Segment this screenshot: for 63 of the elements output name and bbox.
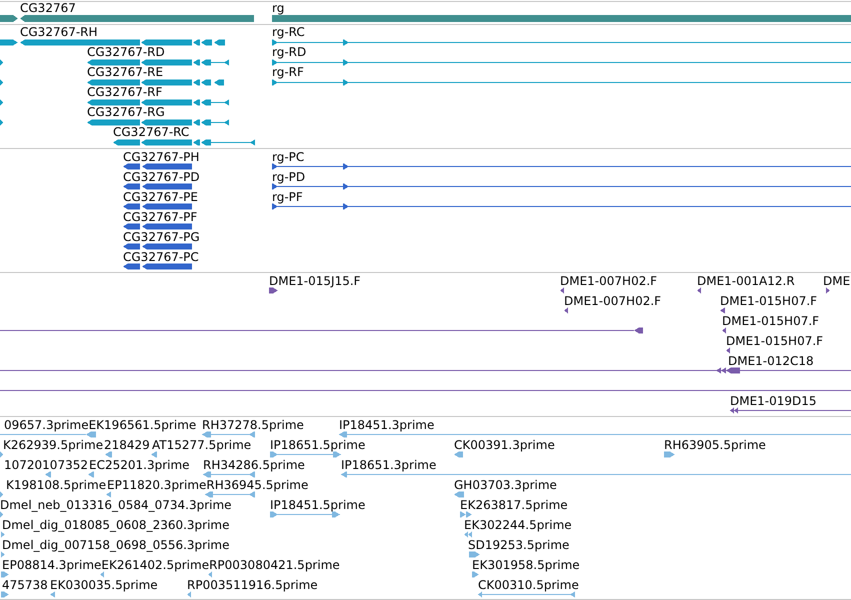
feature-label: Dmel_dig_018085_0608_2360.3prime xyxy=(2,519,230,532)
feature-label: CG32767-RF xyxy=(87,86,162,99)
feature-label: DME1-015H07.F xyxy=(720,295,818,308)
feature-label: DME1-015H07.F xyxy=(726,335,824,348)
feature-label: CK00310.5prime xyxy=(478,579,579,592)
feature-label: EP08814.3prime xyxy=(2,559,102,572)
feature-label: rg xyxy=(272,2,284,15)
feature-label: SD19253.5prime xyxy=(468,539,570,552)
feature-label: 10720107352 xyxy=(4,459,88,472)
feature-label: EK301958.5prime xyxy=(472,559,580,572)
feature-label: RH63905.5prime xyxy=(664,439,766,452)
feature-label: CG32767-PC xyxy=(123,251,199,264)
feature-label: CG32767-RG xyxy=(87,106,165,119)
feature-label: K198108.5prime xyxy=(6,479,106,492)
feature-label: EK196561.5prime xyxy=(88,419,196,432)
feature-label: CK00391.3prime xyxy=(454,439,555,452)
feature-label: rg-PF xyxy=(272,191,303,204)
feature-label: K262939.5prime xyxy=(3,439,104,452)
feature-label: AT15277.5prime xyxy=(152,439,252,452)
feature-label: 218429 xyxy=(104,439,150,452)
feature-label: CG32767-PF xyxy=(123,211,198,224)
feature-label: DME xyxy=(823,275,850,288)
feature-label: rg-RF xyxy=(272,66,304,79)
feature-label: DME1-012C18 xyxy=(728,355,814,368)
feature-label: EP11820.3prime xyxy=(107,479,206,492)
feature-label: CG32767-PE xyxy=(123,191,198,204)
feature-label: CG32767-PD xyxy=(123,171,200,184)
feature-label: EK263817.5prime xyxy=(460,499,568,512)
feature-label: IP18451.3prime xyxy=(339,419,434,432)
feature-label: rg-PC xyxy=(272,151,304,164)
feature-label: CG32767-RH xyxy=(20,26,98,39)
feature-label: IP18451.5prime xyxy=(270,499,366,512)
feature-label: RP003511916.5prime xyxy=(187,579,318,592)
feature-label: IP18651.5prime xyxy=(270,439,366,452)
feature-label: Dmel_neb_013316_0584_0734.3prime xyxy=(0,499,232,512)
feature-label: EC25201.3prime xyxy=(89,459,190,472)
feature-label: DME1-015J15.F xyxy=(269,275,361,288)
feature-label: DME1-001A12.R xyxy=(697,275,795,288)
feature-label: EK030035.5prime xyxy=(50,579,158,592)
feature-label: rg-PD xyxy=(272,171,306,184)
feature-label: Dmel_dig_007158_0698_0556.3prime xyxy=(2,539,230,552)
feature-label: DME1-007H02.F xyxy=(564,295,662,308)
feature-label: DME1-019D15 xyxy=(730,395,817,408)
feature-label: EK302244.5prime xyxy=(464,519,572,532)
feature-label: CG32767-RD xyxy=(87,46,165,59)
feature-label: 09657.3prime xyxy=(4,419,89,432)
feature-label: IP18651.3prime xyxy=(341,459,436,472)
feature-label: DME1-015H07.F xyxy=(722,315,820,328)
feature-label: RH36945.5prime xyxy=(206,479,308,492)
feature-label: CG32767 xyxy=(20,2,76,15)
feature-label: RH34286.5prime xyxy=(203,459,305,472)
feature-label: rg-RD xyxy=(272,46,306,59)
feature-label: RP003080421.5prime xyxy=(209,559,340,572)
feature-label: CG32767-PG xyxy=(123,231,200,244)
feature-label: CG32767-RE xyxy=(87,66,164,79)
feature-label: rg-RC xyxy=(272,26,305,39)
feature-label: RH37278.5prime xyxy=(202,419,304,432)
feature-label: CG32767-RC xyxy=(113,126,190,139)
feature-label: EK261402.5prime xyxy=(101,559,210,572)
feature-label: 475738 xyxy=(2,579,48,592)
feature-label: GH03703.3prime xyxy=(454,479,557,492)
feature-label: CG32767-PH xyxy=(123,151,200,164)
feature-label: DME1-007H02.F xyxy=(560,275,658,288)
